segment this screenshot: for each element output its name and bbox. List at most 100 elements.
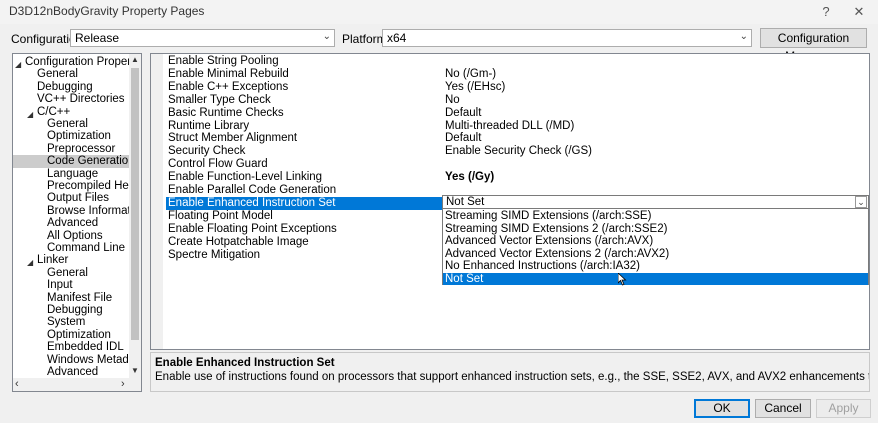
tree-item[interactable]: Windows Metadata <box>13 354 141 367</box>
property-value: No (/Gm-) <box>445 67 497 80</box>
property-name: Control Flow Guard <box>168 158 268 171</box>
property-row[interactable]: Enable Minimal Rebuild No (/Gm-) <box>151 68 869 81</box>
chevron-down-icon: ⌄ <box>322 31 331 42</box>
tree-item-label: C/C++ <box>37 105 71 118</box>
dropdown-option[interactable]: Advanced Vector Extensions (/arch:AVX) <box>443 235 868 248</box>
property-name: Create Hotpatchable Image <box>168 235 309 248</box>
tree-item[interactable]: Embedded IDL <box>13 341 129 354</box>
property-row[interactable]: Security Check Enable Security Check (/GS… <box>151 145 869 158</box>
property-name: Enable C++ Exceptions <box>168 80 289 93</box>
property-tree[interactable]: ◢ Configuration Properties General Debuggin… <box>12 53 142 392</box>
property-value: Yes (/EHsc) <box>445 80 506 93</box>
dropdown-option[interactable]: Not Set <box>443 272 868 285</box>
help-button[interactable]: ? <box>815 2 837 22</box>
tree-item-label: Code Generation <box>47 155 135 168</box>
tree-vertical-scrollbar[interactable]: ▲ ▼ <box>129 54 141 378</box>
chevron-down-icon[interactable]: ⌄ <box>855 196 867 208</box>
property-value: Default <box>445 132 482 145</box>
tree-item[interactable]: General <box>13 267 129 280</box>
tree-item-label: General <box>47 118 88 130</box>
tree-item[interactable]: ◢ Linker <box>13 254 129 267</box>
scroll-down-icon[interactable]: ▼ <box>131 366 139 375</box>
tree-item[interactable]: Output Files <box>13 192 129 205</box>
property-row[interactable]: Enable String Pooling <box>151 55 869 68</box>
close-button[interactable]: ✕ <box>848 2 870 22</box>
description-title: Enable Enhanced Instruction Set <box>155 357 335 369</box>
scroll-up-icon[interactable]: ▲ <box>131 55 139 64</box>
tree-item[interactable]: Optimization <box>13 329 129 342</box>
property-name: Struct Member Alignment <box>168 132 298 145</box>
property-row[interactable]: Control Flow Guard <box>151 158 869 171</box>
tree-item[interactable]: VC++ Directories <box>13 93 129 106</box>
property-value: Yes (/Gy) <box>445 171 495 184</box>
cancel-button[interactable]: Cancel <box>755 399 811 418</box>
tree-item[interactable]: Command Line <box>13 242 129 255</box>
tree-item[interactable]: General <box>13 68 129 81</box>
tree-item[interactable]: Code Generation <box>13 155 135 169</box>
tree-item-label: Debugging <box>37 80 93 93</box>
tree-item-label: All Options <box>47 229 103 242</box>
property-row[interactable]: Enable Function-Level Linking Yes (/Gy) <box>151 171 869 184</box>
property-name: Enable Enhanced Instruction Set <box>166 196 442 210</box>
window-title: D3D12nBodyGravity Property Pages <box>9 4 205 18</box>
tree-item[interactable]: Debugging <box>13 304 129 317</box>
tree-scroll-thumb[interactable] <box>131 68 139 340</box>
chevron-down-icon: ⌄ <box>739 31 748 42</box>
tree-item-label: Optimization <box>47 328 111 341</box>
tree-item[interactable]: Language <box>13 168 129 181</box>
configuration-manager-button[interactable]: Configuration Manager... <box>760 28 867 63</box>
property-value: Enable Security Check (/GS) <box>445 145 593 158</box>
platform-combo[interactable]: x64 ⌄ <box>382 29 752 47</box>
scroll-right-icon[interactable]: › <box>121 378 125 390</box>
tree-item[interactable]: ◢ C/C++ <box>13 106 129 119</box>
property-name: Enable Floating Point Exceptions <box>168 222 337 235</box>
tree-item[interactable]: Manifest File <box>13 292 129 305</box>
tree-item[interactable]: Debugging <box>13 81 129 94</box>
tree-item[interactable]: All Options <box>13 230 129 243</box>
tree-item-label: Browse Information <box>47 204 142 217</box>
tree-item-label: General <box>37 68 78 81</box>
instruction-set-dropdown[interactable]: Streaming SIMD Extensions (/arch:SSE) Str… <box>442 208 869 285</box>
tree-item[interactable]: System <box>13 316 129 329</box>
tree-item-label: Manifest File <box>47 291 113 304</box>
property-row[interactable]: Enable C++ Exceptions Yes (/EHsc) <box>151 81 869 94</box>
dropdown-option[interactable]: No Enhanced Instructions (/arch:IA32) <box>443 260 868 273</box>
tree-item[interactable]: General <box>13 118 129 131</box>
property-value: Default <box>445 106 482 119</box>
tree-item-label: Language <box>47 167 99 180</box>
tree-item[interactable]: Advanced <box>13 217 129 230</box>
tree-item-label: Windows Metadata <box>47 353 142 366</box>
tree-item-label: Command Line <box>47 242 125 254</box>
dropdown-option[interactable]: Streaming SIMD Extensions (/arch:SSE) <box>443 210 868 223</box>
description-text: Enable use of instructions found on proc… <box>155 371 869 383</box>
tree-item[interactable]: Precompiled Headers <box>13 180 141 193</box>
property-name: Floating Point Model <box>168 209 273 222</box>
mouse-cursor-icon <box>618 273 627 286</box>
property-name: Enable Function-Level Linking <box>168 171 323 184</box>
tree-item[interactable]: Optimization <box>13 130 129 143</box>
description-panel: Enable Enhanced Instruction Set Enable u… <box>150 352 870 392</box>
property-row[interactable]: Smaller Type Check No <box>151 94 869 107</box>
dropdown-option[interactable]: Streaming SIMD Extensions 2 (/arch:SSE2) <box>443 223 868 236</box>
ok-button[interactable]: OK <box>694 399 750 418</box>
tree-item[interactable]: Preprocessor <box>13 143 129 156</box>
property-row[interactable]: Runtime Library Multi-threaded DLL (/MD) <box>151 120 869 133</box>
tree-horizontal-scrollbar[interactable]: ‹ › <box>13 378 141 391</box>
property-row[interactable]: Basic Runtime Checks Default <box>151 107 869 120</box>
tree-item[interactable]: ◢ Configuration Properties <box>13 56 141 69</box>
configuration-combo[interactable]: Release ⌄ <box>70 29 335 47</box>
instruction-set-combo[interactable]: Not Set ⌄ <box>442 195 869 209</box>
tree-item[interactable]: Input <box>13 279 129 292</box>
tree-item[interactable]: Browse Information <box>13 205 141 218</box>
scroll-left-icon[interactable]: ‹ <box>15 378 19 390</box>
property-name: Spectre Mitigation <box>168 248 261 261</box>
platform-value: x64 <box>387 31 407 45</box>
tree-item-label: Configuration Properties <box>25 56 142 68</box>
apply-button[interactable]: Apply <box>816 399 871 418</box>
dropdown-option[interactable]: Advanced Vector Extensions 2 (/arch:AVX2… <box>443 248 868 261</box>
property-name: Basic Runtime Checks <box>168 106 284 119</box>
property-row[interactable]: Struct Member Alignment Default <box>151 132 869 145</box>
tree-item-label: Debugging <box>47 304 103 316</box>
configuration-value: Release <box>75 31 120 45</box>
tree-item-label: VC++ Directories <box>37 93 125 106</box>
